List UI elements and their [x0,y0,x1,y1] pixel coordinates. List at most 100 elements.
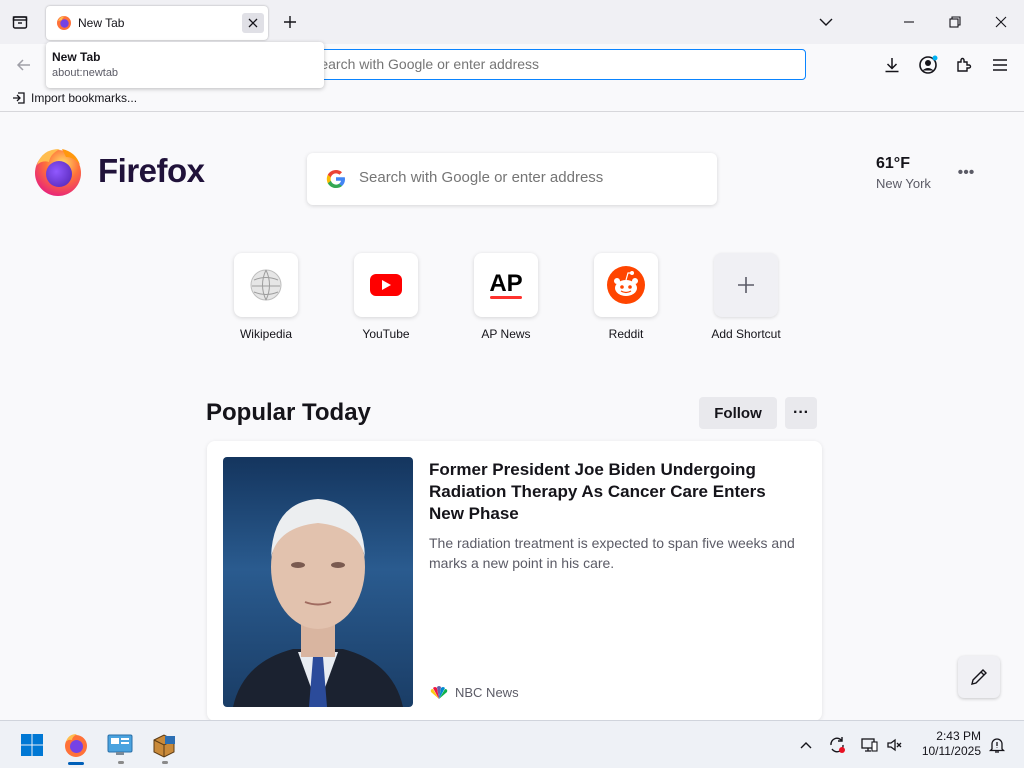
app-package-icon [153,734,175,758]
story-source: NBC News [429,685,519,700]
popular-more-button[interactable]: ··· [785,397,817,429]
shortcut-ap-news[interactable]: AP AP News [456,253,556,341]
shortcut-tile [234,253,298,317]
shortcut-label: AP News [481,327,531,341]
clock-date: 10/11/2025 [921,744,981,758]
extensions-button[interactable] [952,53,976,77]
reddit-icon [607,266,645,304]
volume-muted-icon [887,738,902,752]
app-menu-button[interactable] [988,53,1012,77]
follow-button[interactable]: Follow [699,397,777,429]
control-panel-icon [107,734,133,755]
taskbar-firefox[interactable] [60,729,92,761]
shortcut-reddit[interactable]: Reddit [576,253,676,341]
shortcut-wikipedia[interactable]: Wikipedia [216,253,316,341]
notifications-button[interactable] [986,734,1008,756]
plus-icon [284,16,296,28]
tab-title: New Tab [78,16,125,30]
import-bookmarks-button[interactable]: Import bookmarks... [12,91,137,105]
chevron-up-icon [800,742,812,749]
system-clock[interactable]: 2:43 PM 10/11/2025 [915,729,981,759]
account-button[interactable] [916,53,940,77]
firefox-logo-icon [35,149,81,196]
notification-bell-icon [988,738,1006,753]
shortcut-tile [594,253,658,317]
list-all-tabs-button[interactable] [815,12,837,32]
weather-city: New York [876,176,931,191]
more-horizontal-icon: ••• [957,164,975,181]
download-icon [885,58,899,73]
hamburger-menu-icon [993,59,1007,71]
new-tab-button[interactable] [280,12,300,32]
plus-icon [738,277,754,293]
running-app-indicator [118,761,124,764]
import-bookmarks-label: Import bookmarks... [31,91,138,105]
new-tab-page: Firefox 61°F New York ••• Wikipedia YouT… [0,113,1024,721]
weather-widget[interactable]: 61°F New York [876,155,931,191]
sync-tray-button[interactable] [826,734,848,756]
svg-text:AP: AP [489,270,522,297]
close-icon [248,18,258,28]
portrait-image [233,499,403,707]
nbc-peacock-icon [430,685,448,699]
youtube-icon [370,274,402,296]
story-description: The radiation treatment is expected to s… [429,535,795,571]
back-button[interactable] [12,54,36,76]
windows-logo-icon [21,734,43,756]
close-icon [995,16,1007,28]
tooltip-title: New Tab [52,50,101,64]
shortcut-youtube[interactable]: YouTube [336,253,436,341]
address-input[interactable] [311,56,791,72]
newtab-search-input[interactable] [359,169,699,186]
chevron-down-icon [819,18,833,26]
network-icon [861,738,878,752]
story-card[interactable]: Former President Joe Biden Undergoing Ra… [207,441,822,721]
firefox-favicon-icon [57,16,71,30]
shortcut-tile: AP [474,253,538,317]
network-tray-button[interactable] [858,734,880,756]
clock-time: 2:43 PM [936,729,981,743]
tab-tooltip: New Tab about:newtab [46,42,324,88]
firefox-icon [65,734,87,757]
running-app-indicator [162,761,168,764]
newtab-search-box[interactable] [307,153,717,205]
volume-tray-button[interactable] [884,734,906,756]
import-icon [13,92,25,104]
add-shortcut-button[interactable]: Add Shortcut [696,253,796,341]
sync-icon [830,737,845,753]
restore-button[interactable] [932,0,978,44]
shortcut-tile [354,253,418,317]
taskbar-control-panel[interactable] [104,729,136,761]
puzzle-icon [957,57,972,72]
more-horizontal-icon: ··· [793,404,809,421]
taskbar-app[interactable] [148,729,180,761]
downloads-button[interactable] [880,53,904,77]
firefox-view-icon [12,16,28,29]
arrow-left-icon [16,59,30,71]
shortcut-label: Wikipedia [239,327,293,341]
shortcut-tile [714,253,778,317]
story-headline[interactable]: Former President Joe Biden Undergoing Ra… [429,459,799,525]
show-hidden-icons-button[interactable] [795,734,817,756]
story-image [223,457,413,707]
customize-button[interactable] [958,656,1000,698]
account-icon [919,55,938,74]
restore-icon [949,16,961,28]
firefox-logo: Firefox [32,145,205,197]
start-button[interactable] [16,729,48,761]
story-source-label: NBC News [455,685,519,700]
shortcut-label: Add Shortcut [711,327,781,341]
shortcut-label: YouTube [362,327,410,341]
active-app-indicator [68,762,84,765]
tab-new-tab[interactable]: New Tab [46,6,268,40]
firefox-view-button[interactable] [8,11,32,33]
pencil-icon [971,669,987,685]
minimize-button[interactable] [886,0,932,44]
weather-menu-button[interactable]: ••• [952,163,980,183]
tab-close-button[interactable] [242,13,264,33]
wikipedia-icon [250,269,282,301]
tooltip-url: about:newtab [52,67,119,79]
ap-news-icon: AP [489,270,523,299]
google-icon [326,170,345,188]
close-window-button[interactable] [978,0,1024,44]
